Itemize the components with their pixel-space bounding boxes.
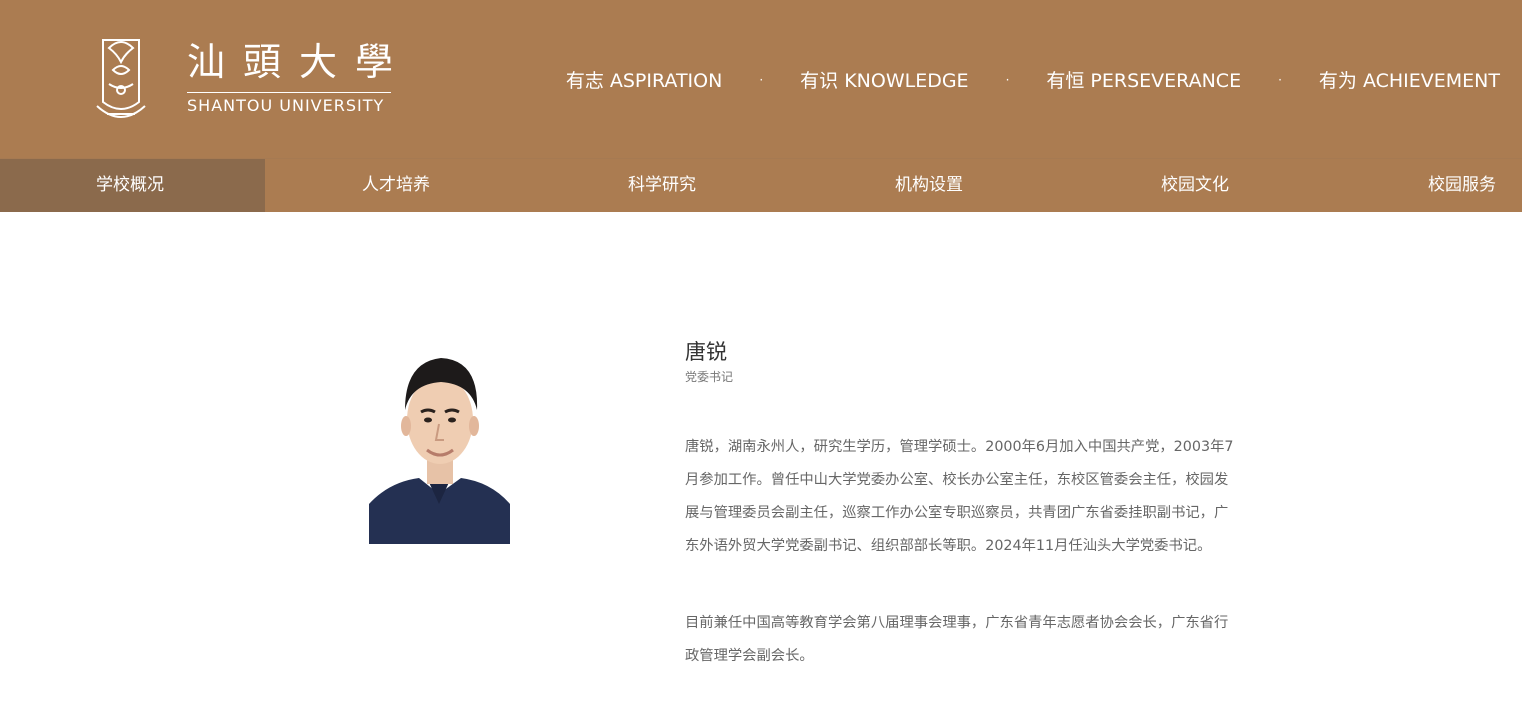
profile-content: 唐锐 党委书记 唐锐，湖南永州人，研究生学历，管理学硕士。2000年6月加入中国…: [0, 211, 1522, 706]
motto-perseverance-link[interactable]: 有恒 PERSEVERANCE: [1046, 66, 1241, 93]
motto-links: 有志 ASPIRATION · 有识 KNOWLEDGE · 有恒 PERSEV…: [566, 66, 1500, 93]
site-header: 汕頭大學 SHANTOU UNIVERSITY 有志 ASPIRATION · …: [0, 0, 1522, 158]
logo-divider: [187, 92, 391, 93]
motto-knowledge-link[interactable]: 有识 KNOWLEDGE: [800, 66, 968, 93]
nav-item-culture[interactable]: 校园文化: [1063, 159, 1329, 212]
portrait-photo: [369, 354, 510, 544]
motto-separator: ·: [1005, 72, 1010, 87]
nav-item-label: 学校概况: [96, 175, 164, 195]
bio-paragraph: 唐锐，湖南永州人，研究生学历，管理学硕士。2000年6月加入中国共产党，2003…: [685, 439, 1234, 554]
main-nav: 学校概况 人才培养 科学研究 机构设置 校园文化 校园服务: [0, 158, 1522, 212]
university-logo[interactable]: 汕頭大學 SHANTOU UNIVERSITY: [95, 32, 395, 128]
motto-achievement-link[interactable]: 有为 ACHIEVEMENT: [1319, 66, 1500, 93]
university-emblem-icon: [96, 39, 146, 118]
person-title: 党委书记: [685, 370, 734, 384]
nav-item-label: 校园服务: [1428, 175, 1496, 195]
motto-separator: ·: [1278, 72, 1282, 87]
nav-item-about[interactable]: 学校概况: [0, 159, 265, 212]
person-name: 唐锐: [685, 340, 727, 364]
logo-chinese-name: 汕頭大學: [187, 40, 412, 84]
nav-item-label: 人才培养: [362, 175, 430, 195]
logo-english-name: SHANTOU UNIVERSITY: [187, 96, 385, 115]
bio-paragraph: 目前兼任中国高等教育学会第八届理事会理事，广东省青年志愿者协会会长，广东省行政管…: [685, 615, 1229, 664]
motto-aspiration-link[interactable]: 有志 ASPIRATION: [566, 66, 723, 93]
nav-item-organization[interactable]: 机构设置: [797, 159, 1063, 212]
nav-item-education[interactable]: 人才培养: [265, 159, 531, 212]
nav-item-label: 科学研究: [628, 175, 696, 195]
nav-item-label: 校园文化: [1161, 175, 1229, 195]
nav-item-research[interactable]: 科学研究: [531, 159, 797, 212]
nav-item-services[interactable]: 校园服务: [1329, 159, 1521, 212]
motto-separator: ·: [759, 72, 764, 87]
nav-item-label: 机构设置: [895, 175, 963, 195]
